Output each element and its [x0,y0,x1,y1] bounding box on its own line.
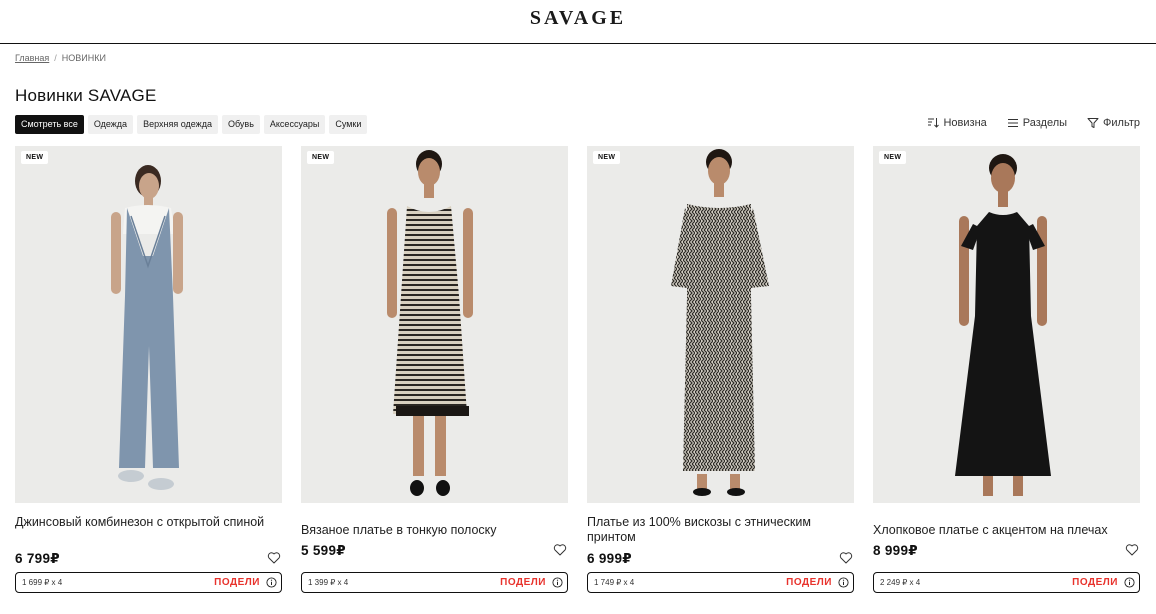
breadcrumb: Главная / НОВИНКИ [15,53,106,63]
info-icon[interactable] [552,577,563,588]
installment-box[interactable]: 2 249 ₽ x 4 ПОДЕЛИ [873,572,1140,593]
price-row: 6 799₽ [15,551,282,567]
filter-chip-bags[interactable]: Сумки [329,115,368,134]
sort-icon [928,118,940,128]
product-image[interactable]: NEW [301,146,568,503]
sort-label: Новизна [943,117,987,129]
product-image[interactable]: NEW [587,146,854,503]
podeli-logo: ПОДЕЛИ [500,577,546,588]
filter-chip-shoes[interactable]: Обувь [221,115,260,134]
product-price: 8 999₽ [873,543,918,558]
listing-tools: Новизна Разделы Фильтр [927,117,1140,129]
breadcrumb-current: НОВИНКИ [61,53,106,63]
installment-box[interactable]: 1 399 ₽ x 4 ПОДЕЛИ [301,572,568,593]
price-row: 5 599₽ [301,543,568,559]
filter-label: Фильтр [1103,117,1140,129]
installment-box[interactable]: 1 699 ₽ x 4 ПОДЕЛИ [15,572,282,593]
installment-amount: 1 399 ₽ x 4 [308,578,349,587]
product-card[interactable]: NEW Вязаное платье в тонкую полоску 5 59… [301,146,568,593]
podeli-logo: ПОДЕЛИ [786,577,832,588]
brand-logo[interactable]: SAVAGE [0,7,1156,30]
heart-icon[interactable] [553,543,567,557]
new-badge: NEW [307,151,335,164]
page-title: Новинки SAVAGE [15,86,157,105]
product-card[interactable]: NEW Джинсовый комбинезон с открытой спин… [15,146,282,593]
sort-button[interactable]: Новизна [927,117,987,129]
sections-button[interactable]: Разделы [1007,117,1067,129]
list-icon [1007,119,1018,127]
installment-amount: 1 699 ₽ x 4 [22,578,63,587]
product-name[interactable]: Джинсовый комбинезон с открытой спиной [15,515,275,530]
filter-chip-all[interactable]: Смотреть все [15,115,84,134]
product-name[interactable]: Платье из 100% вискозы с этническим прин… [587,515,847,545]
new-badge: NEW [21,151,49,164]
installment-amount: 2 249 ₽ x 4 [880,578,921,587]
installment-box[interactable]: 1 749 ₽ x 4 ПОДЕЛИ [587,572,854,593]
product-price: 5 599₽ [301,543,346,558]
filter-chip-outerwear[interactable]: Верхняя одежда [137,115,218,134]
product-name[interactable]: Вязаное платье в тонкую полоску [301,523,561,538]
info-icon[interactable] [266,577,277,588]
breadcrumb-home-link[interactable]: Главная [15,53,49,63]
category-filters: Смотреть все Одежда Верхняя одежда Обувь… [15,115,368,134]
product-name[interactable]: Хлопковое платье с акцентом на плечах [873,523,1133,538]
new-badge: NEW [879,151,907,164]
heart-icon[interactable] [1125,543,1139,557]
filter-chip-accessories[interactable]: Аксессуары [263,115,326,134]
funnel-icon [1087,118,1099,128]
product-card[interactable]: NEW Хлопковое платье с акцентом на плеча… [873,146,1140,593]
sections-label: Разделы [1022,117,1068,129]
model-photo [671,149,769,496]
podeli-logo: ПОДЕЛИ [214,577,260,588]
product-image[interactable]: NEW [15,146,282,503]
product-card[interactable]: NEW Платье из 100% вискозы с этническим … [587,146,854,593]
info-icon[interactable] [838,577,849,588]
model-photo [955,154,1051,496]
site-header: SAVAGE [0,0,1156,44]
heart-icon[interactable] [839,551,853,565]
installment-amount: 1 749 ₽ x 4 [594,578,635,587]
podeli-logo: ПОДЕЛИ [1072,577,1118,588]
filter-chip-clothing[interactable]: Одежда [87,115,134,134]
model-photo [387,150,473,496]
model-photo [111,165,183,490]
price-row: 8 999₽ [873,543,1140,559]
product-price: 6 799₽ [15,551,60,566]
product-price: 6 999₽ [587,551,632,566]
info-icon[interactable] [1124,577,1135,588]
product-image[interactable]: NEW [873,146,1140,503]
heart-icon[interactable] [267,551,281,565]
filter-button[interactable]: Фильтр [1087,117,1140,129]
new-badge: NEW [593,151,621,164]
breadcrumb-separator: / [54,53,57,63]
price-row: 6 999₽ [587,551,854,567]
